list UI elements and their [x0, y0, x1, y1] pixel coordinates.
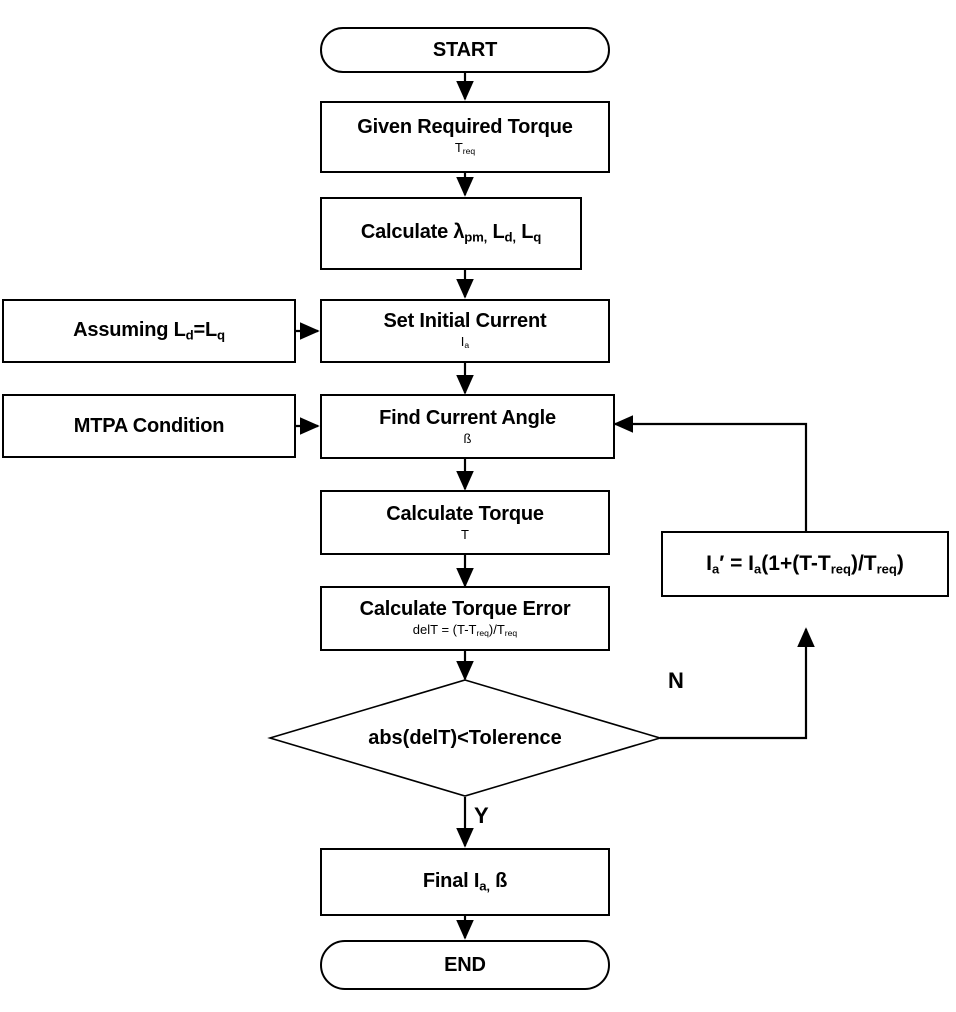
- node-calculate-torque-error-sublabel: delT = (T-Treq)/Treq: [412, 621, 518, 639]
- edge-label-yes: Y: [474, 803, 489, 828]
- node-set-initial-current[interactable]: Set Initial Current Ia: [320, 299, 610, 363]
- node-decision-label: abs(delT)<Tolerence: [368, 727, 562, 749]
- node-given-required-torque-label: Given Required Torque: [357, 116, 573, 139]
- node-assuming-ld-eq-lq-label: Assuming Ld=Lq: [73, 318, 225, 343]
- edge-label-no: N: [668, 668, 684, 693]
- node-given-required-torque[interactable]: Given Required Torque Treq: [320, 101, 610, 173]
- node-calculate-torque[interactable]: Calculate Torque T: [320, 490, 610, 555]
- node-calculate-torque-error-label: Calculate Torque Error: [359, 597, 571, 620]
- node-start[interactable]: START: [320, 27, 610, 73]
- node-calculate-parameters-label: Calculate λpm, Ld, Lq: [360, 221, 542, 245]
- node-calculate-torque-error[interactable]: Calculate Torque Error delT = (T-Treq)/T…: [320, 586, 610, 651]
- node-set-initial-current-sublabel: Ia: [460, 334, 470, 351]
- node-calculate-torque-label: Calculate Torque: [386, 502, 544, 525]
- node-calculate-torque-sublabel: T: [461, 526, 469, 542]
- node-find-current-angle-sublabel: ß: [463, 430, 472, 446]
- node-start-label: START: [432, 38, 498, 61]
- node-final-values[interactable]: Final Ia, ß: [320, 848, 610, 916]
- node-set-initial-current-label: Set Initial Current: [383, 310, 547, 333]
- flowchart-canvas: START Given Required Torque Treq Calcula…: [0, 0, 956, 1012]
- node-end-label: END: [444, 953, 486, 976]
- node-mtpa-condition[interactable]: MTPA Condition: [2, 394, 296, 458]
- node-final-values-label: Final Ia, ß: [422, 869, 508, 894]
- edge-update-to-findangle: [613, 415, 808, 531]
- node-end[interactable]: END: [320, 940, 610, 990]
- node-update-current-formula: Ia′ = Ia(1+(T-Treq)/Treq): [706, 551, 904, 576]
- node-update-current[interactable]: Ia′ = Ia(1+(T-Treq)/Treq): [661, 531, 949, 597]
- node-assuming-ld-eq-lq[interactable]: Assuming Ld=Lq: [2, 299, 296, 363]
- node-find-current-angle[interactable]: Find Current Angle ß: [320, 394, 615, 459]
- node-mtpa-condition-label: MTPA Condition: [73, 414, 225, 437]
- node-find-current-angle-label: Find Current Angle: [379, 406, 556, 429]
- node-decision[interactable]: abs(delT)<Tolerence: [270, 680, 660, 796]
- node-given-required-torque-sublabel: Treq: [454, 140, 476, 157]
- node-calculate-parameters[interactable]: Calculate λpm, Ld, Lq: [320, 197, 582, 270]
